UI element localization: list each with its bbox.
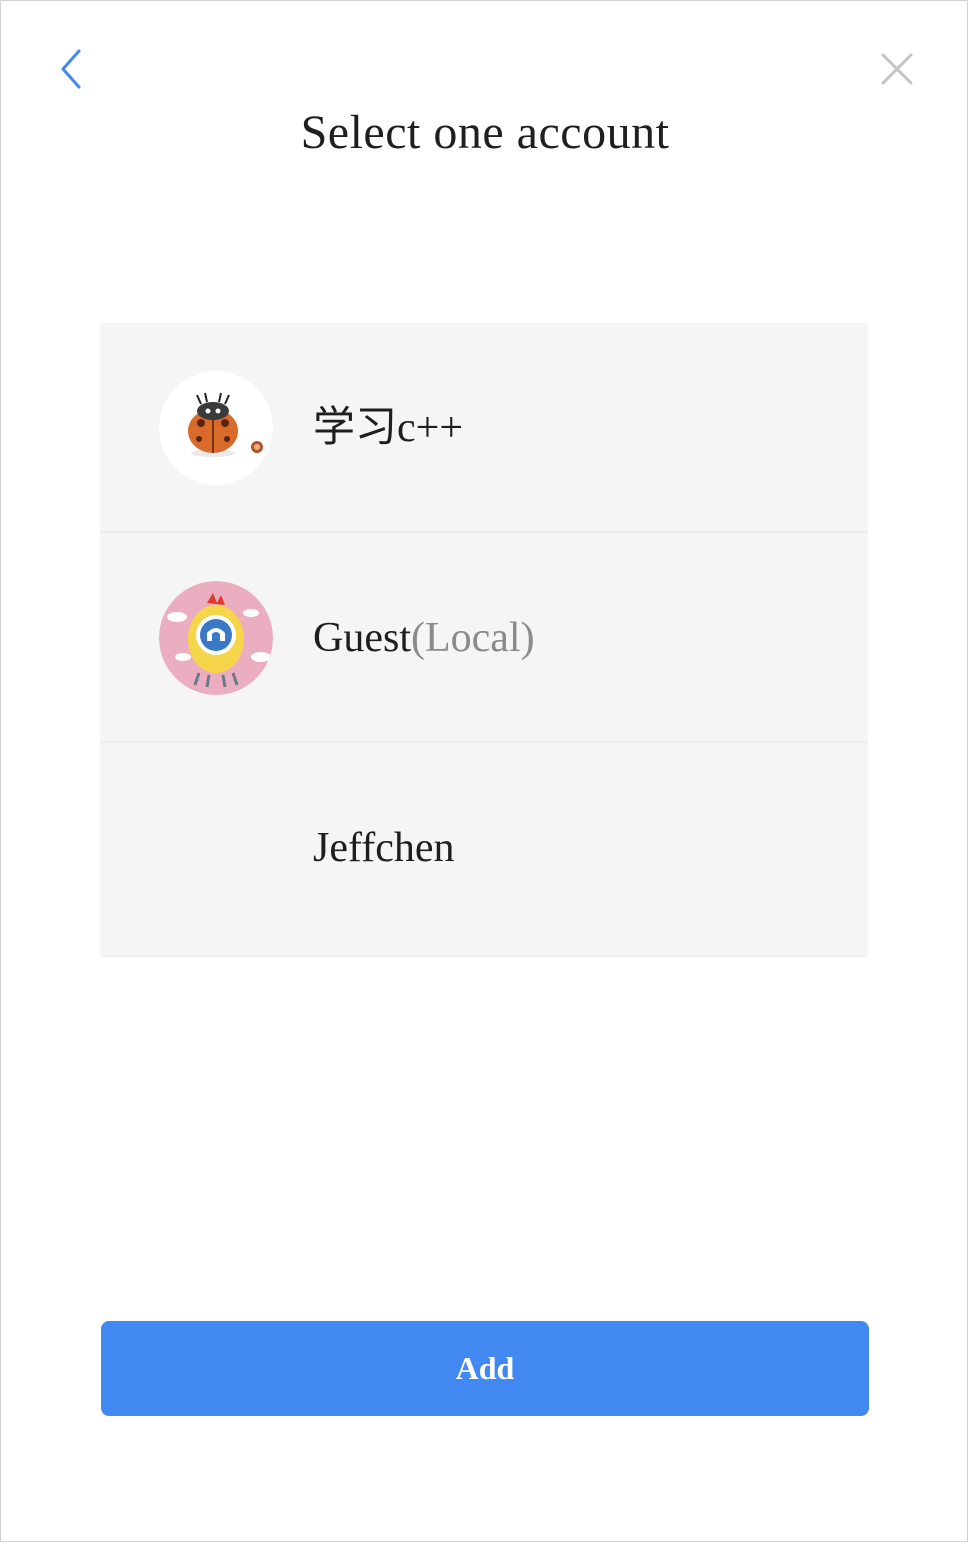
account-tag: (Local) [411,615,535,661]
back-button[interactable] [51,45,91,93]
account-item[interactable]: Guest(Local) [101,533,867,743]
account-name: 学习c++ [313,405,464,451]
close-icon [881,53,913,85]
account-item[interactable]: Jeffchen [101,743,867,955]
close-button[interactable] [875,47,919,91]
account-list: 学习c++ Guest(Local) Jeffchen [101,323,867,955]
account-select-dialog: Select one account 学习c++ Guest(Local) Je… [0,0,968,1542]
account-name: Jeffchen [313,825,455,871]
account-name: Guest(Local) [313,615,535,661]
account-item[interactable]: 学习c++ [101,323,867,533]
add-button[interactable]: Add [101,1321,869,1416]
ladybug-avatar [159,371,273,485]
chevron-left-icon [61,49,81,89]
dialog-title: Select one account [300,106,670,159]
chick-avatar [159,581,273,695]
